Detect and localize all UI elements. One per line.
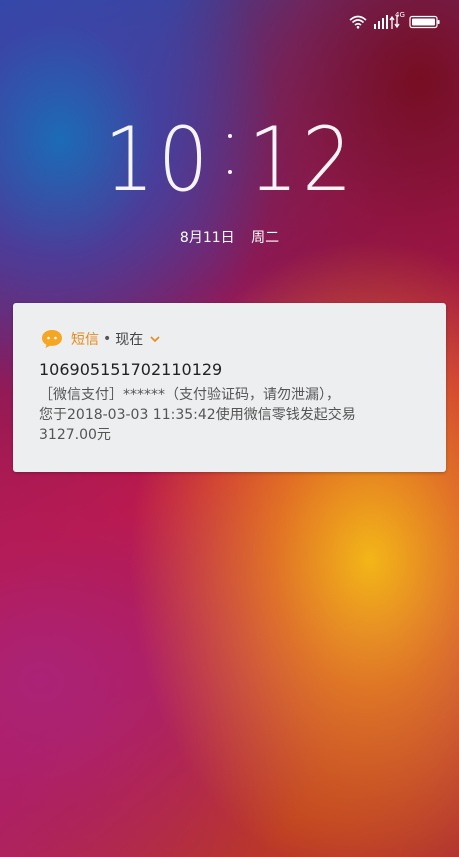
message-bubble-icon	[41, 329, 71, 349]
app-name: 短信	[71, 332, 99, 348]
header-separator: •	[103, 331, 112, 347]
weekday-label: 周二	[251, 230, 280, 246]
body-line: 您于2018-03-03 11:35:42使用微信零钱发起交易	[39, 407, 356, 423]
date-label: 8月11日	[179, 230, 235, 246]
clock-minutes: 12	[247, 108, 356, 211]
wifi-icon	[349, 15, 367, 29]
chevron-down-icon[interactable]	[143, 335, 161, 343]
sms-notification-card[interactable]: 短信 • 现在 106905151702110129 ［微信支付］******（…	[13, 303, 446, 472]
status-bar: 4G	[349, 11, 441, 32]
battery-icon	[409, 15, 441, 29]
notification-body: ［微信支付］******（支付验证码，请勿泄漏）， 您于2018-03-03 1…	[39, 385, 434, 445]
notification-header: 短信 • 现在	[41, 329, 161, 349]
clock-colon	[218, 120, 242, 180]
network-type-label: 4G	[395, 11, 405, 19]
notification-time: 现在	[115, 332, 144, 348]
signal-icon: 4G	[373, 11, 405, 30]
clock-hours: 10	[103, 108, 212, 211]
lock-date: 8月11日 周二	[0, 227, 459, 247]
body-line: ［微信支付］******（支付验证码，请勿泄漏），	[39, 387, 340, 403]
lock-clock: 10 12	[0, 110, 459, 210]
lock-screen: 4G 10 12 8月11日 周二 短信 • 现在 10690515170211…	[0, 0, 459, 857]
body-line: 3127.00元	[39, 427, 111, 443]
notification-sender: 106905151702110129	[39, 360, 223, 379]
